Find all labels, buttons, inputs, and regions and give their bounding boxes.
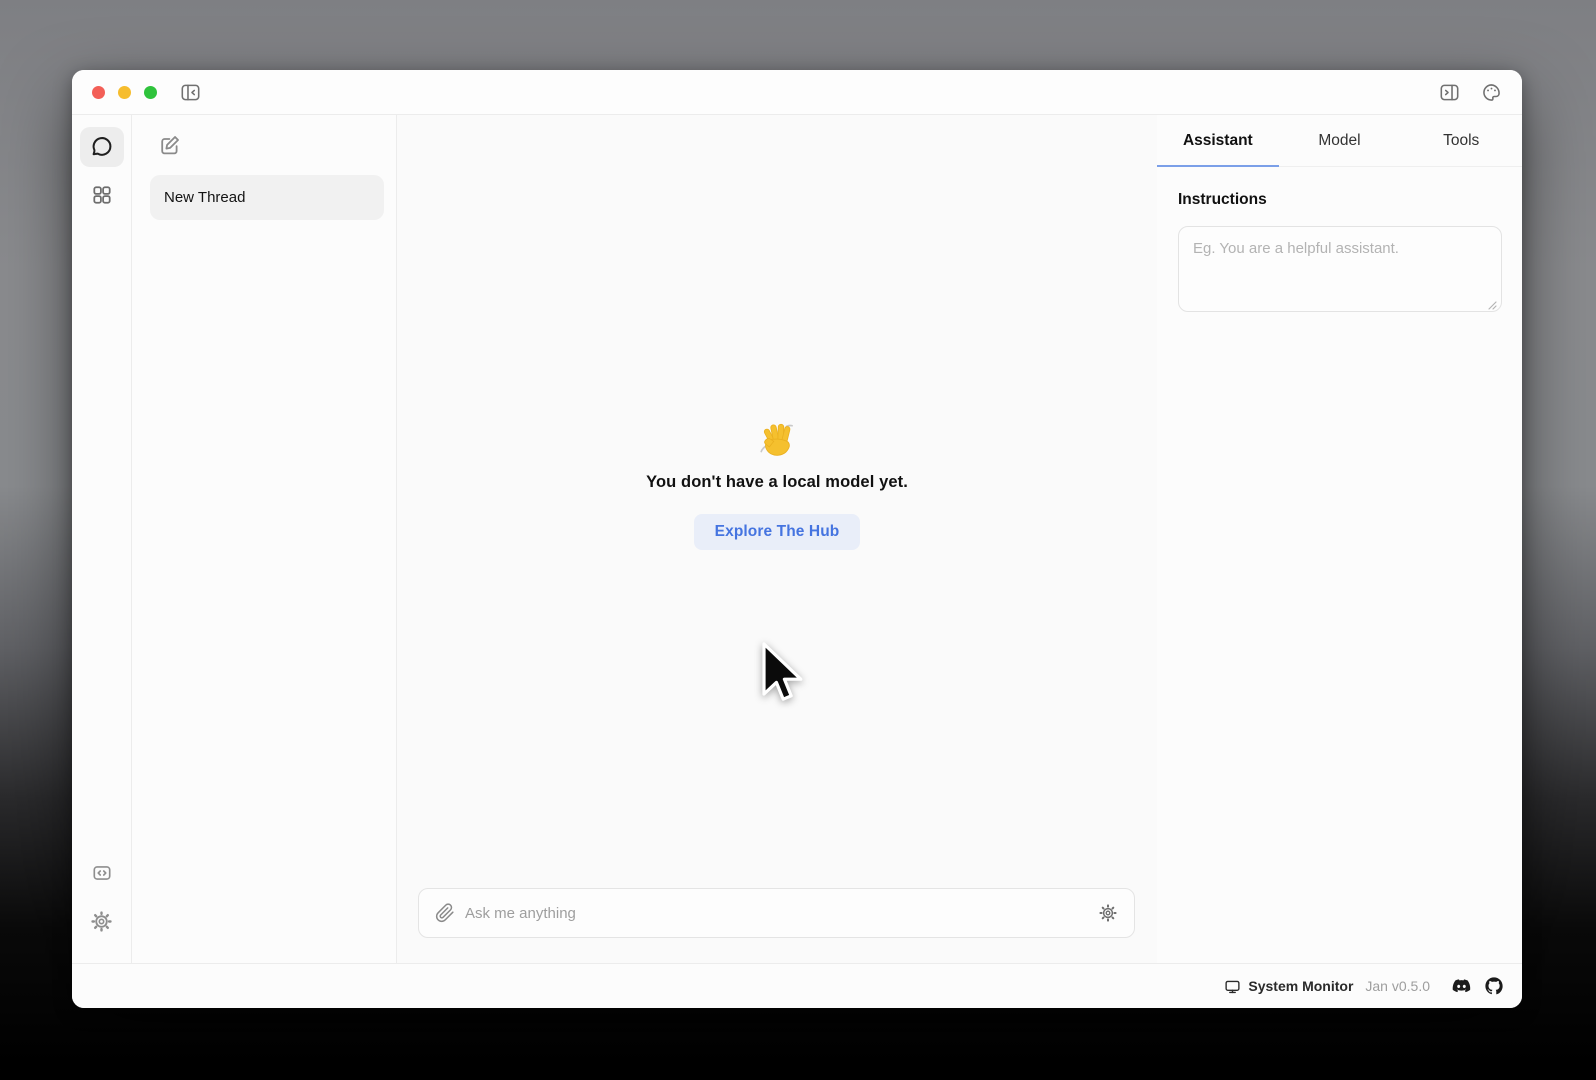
tab-model[interactable]: Model: [1279, 115, 1401, 166]
right-panel-tabs: Assistant Model Tools: [1157, 115, 1522, 167]
gear-icon: [90, 910, 113, 933]
discord-icon[interactable]: [1452, 979, 1471, 994]
tab-tools[interactable]: Tools: [1400, 115, 1522, 166]
instructions-textarea[interactable]: [1178, 226, 1502, 312]
system-monitor-button[interactable]: System Monitor: [1224, 978, 1353, 995]
app-window: New Thread: [72, 70, 1522, 1008]
sidebar-item-settings[interactable]: [80, 901, 124, 941]
empty-state: You don't have a local model yet. Explor…: [646, 419, 908, 550]
theme-palette-icon[interactable]: [1480, 81, 1502, 103]
code-square-icon: [91, 862, 113, 884]
monitor-icon: [1224, 978, 1241, 995]
minimize-button[interactable]: [118, 86, 131, 99]
chat-bubble-icon: [90, 135, 114, 159]
status-bar: System Monitor Jan v0.5.0: [72, 963, 1522, 1008]
edit-pencil-icon: [158, 133, 182, 157]
system-monitor-label: System Monitor: [1248, 978, 1353, 994]
explore-hub-button[interactable]: Explore The Hub: [694, 514, 861, 550]
assistant-settings-panel: Assistant Model Tools Instructions: [1157, 115, 1522, 963]
empty-state-message: You don't have a local model yet.: [646, 473, 908, 492]
thread-title: New Thread: [164, 189, 245, 206]
tab-assistant[interactable]: Assistant: [1157, 115, 1279, 166]
wave-emoji: [756, 419, 798, 461]
app-version-label: Jan v0.5.0: [1365, 978, 1430, 994]
input-settings-gear-icon[interactable]: [1098, 903, 1118, 923]
toggle-right-panel-icon[interactable]: [1438, 81, 1460, 103]
close-button[interactable]: [92, 86, 105, 99]
thread-list-panel: New Thread: [132, 115, 397, 963]
new-thread-button[interactable]: [156, 131, 184, 159]
grid-icon: [91, 184, 113, 206]
instructions-heading: Instructions: [1178, 191, 1502, 209]
left-icon-rail: [72, 115, 132, 963]
thread-list-item[interactable]: New Thread: [150, 175, 384, 220]
sidebar-item-local-api-server[interactable]: [80, 853, 124, 893]
message-input[interactable]: [465, 905, 1098, 922]
window-controls: [92, 86, 157, 99]
mouse-cursor: [760, 642, 804, 708]
zoom-button[interactable]: [144, 86, 157, 99]
content-area: New Thread: [72, 115, 1522, 963]
collapse-left-panel-icon[interactable]: [179, 81, 201, 103]
github-icon[interactable]: [1485, 977, 1503, 995]
message-input-bar: [418, 888, 1135, 938]
sidebar-item-threads[interactable]: [80, 127, 124, 167]
sidebar-item-hub[interactable]: [80, 175, 124, 215]
titlebar: [72, 70, 1522, 115]
main-chat-area: You don't have a local model yet. Explor…: [397, 115, 1157, 963]
paperclip-icon[interactable]: [435, 903, 455, 923]
